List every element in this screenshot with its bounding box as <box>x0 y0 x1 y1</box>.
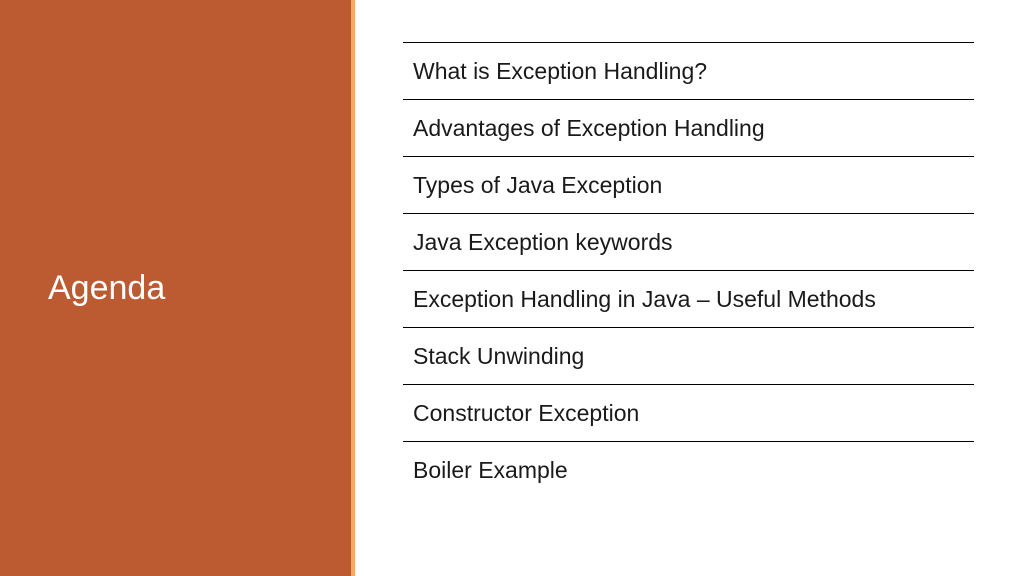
sidebar-panel: Agenda <box>0 0 355 576</box>
table-row: Advantages of Exception Handling <box>403 100 974 157</box>
table-row: Stack Unwinding <box>403 328 974 385</box>
agenda-item-label: Boiler Example <box>403 442 974 499</box>
agenda-table: What is Exception Handling?Advantages of… <box>403 42 974 498</box>
agenda-item-label: Advantages of Exception Handling <box>403 100 974 157</box>
agenda-item-label: Constructor Exception <box>403 385 974 442</box>
agenda-item-label: Stack Unwinding <box>403 328 974 385</box>
agenda-item-label: Types of Java Exception <box>403 157 974 214</box>
table-row: Constructor Exception <box>403 385 974 442</box>
content-panel: What is Exception Handling?Advantages of… <box>355 0 1024 576</box>
table-row: Types of Java Exception <box>403 157 974 214</box>
agenda-item-label: What is Exception Handling? <box>403 43 974 100</box>
agenda-item-label: Java Exception keywords <box>403 214 974 271</box>
table-row: What is Exception Handling? <box>403 43 974 100</box>
table-row: Exception Handling in Java – Useful Meth… <box>403 271 974 328</box>
table-row: Java Exception keywords <box>403 214 974 271</box>
page-title: Agenda <box>48 269 165 308</box>
table-row: Boiler Example <box>403 442 974 499</box>
agenda-item-label: Exception Handling in Java – Useful Meth… <box>403 271 974 328</box>
